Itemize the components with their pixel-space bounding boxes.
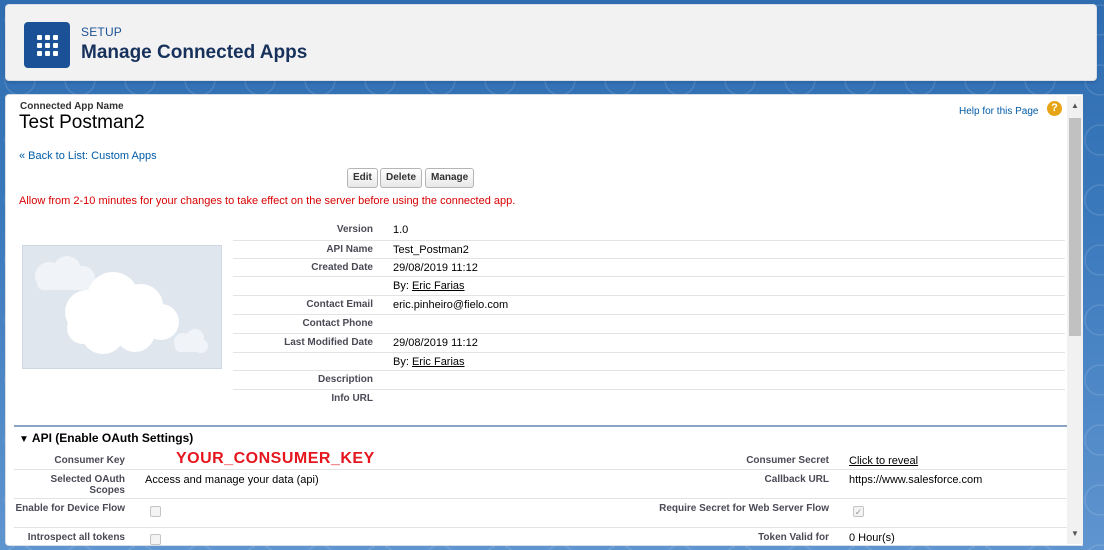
device-flow-checkbox bbox=[150, 506, 161, 517]
header-eyebrow: SETUP bbox=[81, 25, 123, 39]
last-modified-value: 29/08/2019 11:12 bbox=[393, 336, 478, 349]
consumer-key-label: Consumer Key bbox=[54, 455, 125, 466]
collapse-triangle-icon[interactable]: ▼ bbox=[19, 434, 29, 445]
contact-email-label: Contact Email bbox=[306, 299, 373, 311]
detail-row-info-url: Info URL bbox=[233, 390, 1065, 409]
api-name-value: Test_Postman2 bbox=[393, 243, 469, 256]
detail-row-contact-email: Contact Email eric.pinheiro@fielo.com bbox=[233, 296, 1065, 315]
oauth-row-consumer-key: Consumer Key Consumer Secret Click to re… bbox=[14, 450, 1068, 470]
modified-by-value: By: Eric Farias bbox=[393, 356, 465, 368]
created-by-user-link[interactable]: Eric Farias bbox=[412, 280, 465, 292]
vertical-scrollbar[interactable]: ▲ ▼ bbox=[1067, 96, 1083, 544]
oauth-scopes-value: Access and manage your data (api) bbox=[145, 474, 319, 486]
page-header: SETUP Manage Connected Apps bbox=[5, 4, 1097, 81]
delete-button[interactable]: Delete bbox=[380, 168, 423, 188]
oauth-row-device-flow: Enable for Device Flow Require Secret fo… bbox=[14, 499, 1068, 528]
contact-phone-label: Contact Phone bbox=[302, 317, 373, 329]
consumer-key-value: YOUR_CONSUMER_KEY bbox=[176, 450, 375, 467]
contact-email-value: eric.pinheiro@fielo.com bbox=[393, 299, 509, 312]
app-details-table: Version 1.0 API Name Test_Postman2 Creat… bbox=[233, 221, 1065, 409]
help-icon[interactable]: ? bbox=[1047, 101, 1062, 116]
app-logo bbox=[22, 245, 222, 369]
detail-row-contact-phone: Contact Phone bbox=[233, 315, 1065, 334]
created-by-value: By: Eric Farias bbox=[393, 280, 465, 292]
oauth-section-header[interactable]: ▼ API (Enable OAuth Settings) bbox=[19, 431, 193, 445]
propagation-warning: Allow from 2-10 minutes for your changes… bbox=[19, 195, 516, 207]
description-label: Description bbox=[317, 374, 373, 386]
edit-button[interactable]: Edit bbox=[347, 168, 378, 188]
oauth-section-title: API (Enable OAuth Settings) bbox=[31, 431, 194, 445]
back-to-list-link[interactable]: « Back to List: Custom Apps bbox=[19, 150, 157, 162]
consumer-secret-label: Consumer Secret bbox=[746, 455, 829, 466]
app-grid-icon bbox=[24, 22, 70, 68]
scrollbar-thumb[interactable] bbox=[1069, 118, 1081, 336]
oauth-row-introspect: Introspect all tokens Token Valid for 0 … bbox=[14, 528, 1068, 545]
device-flow-label: Enable for Device Flow bbox=[15, 503, 125, 514]
callback-url-label: Callback URL bbox=[764, 474, 829, 485]
detail-row-created-by: By: Eric Farias bbox=[233, 277, 1065, 297]
click-to-reveal-link[interactable]: Click to reveal bbox=[849, 455, 918, 467]
section-divider bbox=[14, 425, 1068, 427]
page-title: Manage Connected Apps bbox=[81, 42, 308, 63]
oauth-row-scopes: Selected OAuth Scopes Access and manage … bbox=[14, 470, 1068, 499]
introspect-checkbox bbox=[150, 534, 161, 545]
token-valid-label: Token Valid for bbox=[758, 532, 829, 543]
cloud-logo-icon bbox=[35, 256, 208, 354]
created-date-value: 29/08/2019 11:12 bbox=[393, 261, 478, 274]
manage-button[interactable]: Manage bbox=[425, 168, 475, 188]
info-url-label: Info URL bbox=[331, 393, 373, 405]
app-name: Test Postman2 bbox=[19, 112, 145, 133]
detail-row-description: Description bbox=[233, 371, 1065, 391]
detail-row-last-modified: Last Modified Date 29/08/2019 11:12 bbox=[233, 334, 1065, 353]
modified-by-user-link[interactable]: Eric Farias bbox=[412, 356, 465, 368]
version-value: 1.0 bbox=[393, 224, 409, 236]
scroll-up-icon[interactable]: ▲ bbox=[1067, 98, 1083, 114]
require-secret-checkbox: ✓ bbox=[853, 506, 864, 517]
detail-row-version: Version 1.0 bbox=[233, 221, 1065, 240]
api-name-label: API Name bbox=[326, 243, 373, 255]
token-valid-value: 0 Hour(s) bbox=[849, 532, 895, 544]
created-date-label: Created Date bbox=[311, 261, 373, 273]
scroll-down-icon[interactable]: ▼ bbox=[1067, 526, 1083, 542]
created-by-prefix: By: bbox=[393, 280, 409, 293]
detail-panel: Connected App Name Test Postman2 Help fo… bbox=[5, 94, 1083, 546]
last-modified-label: Last Modified Date bbox=[284, 336, 373, 348]
version-label: Version bbox=[336, 224, 373, 235]
app-name-label: Connected App Name bbox=[20, 101, 124, 112]
callback-url-value: https://www.salesforce.com bbox=[849, 474, 983, 486]
detail-row-api-name: API Name Test_Postman2 bbox=[233, 239, 1065, 259]
modified-by-prefix: By: bbox=[393, 355, 409, 368]
introspect-label: Introspect all tokens bbox=[27, 532, 125, 543]
require-secret-label: Require Secret for Web Server Flow bbox=[659, 503, 829, 514]
detail-row-modified-by: By: Eric Farias bbox=[233, 353, 1065, 372]
detail-row-created-date: Created Date 29/08/2019 11:12 bbox=[233, 259, 1065, 278]
oauth-scopes-label: Selected OAuth Scopes bbox=[50, 474, 125, 496]
help-link[interactable]: Help for this Page bbox=[959, 106, 1039, 117]
